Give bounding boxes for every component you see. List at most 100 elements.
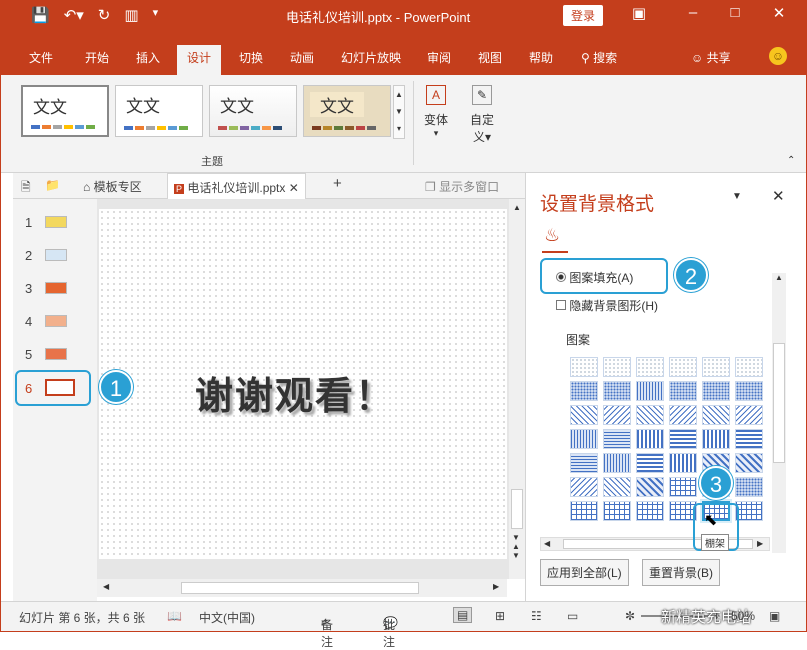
pattern-swatch-16[interactable]	[669, 405, 697, 425]
pattern-swatch-24[interactable]	[735, 429, 763, 449]
pane-options-icon[interactable]: ▼	[732, 191, 742, 202]
folder-icon[interactable]: 📁	[45, 178, 60, 192]
theme-3[interactable]: 文文	[209, 85, 297, 137]
theme-2[interactable]: 文文	[115, 85, 203, 137]
tab-insert[interactable]: 插入	[136, 49, 160, 66]
collapse-ribbon-icon[interactable]: ⌃	[787, 155, 795, 166]
thumbnail-4[interactable]: 4	[25, 314, 67, 329]
login-button[interactable]: 登录	[563, 5, 604, 26]
sorter-view-icon[interactable]: ⊞	[495, 609, 505, 623]
share-button[interactable]: ☺ 共享	[691, 49, 731, 66]
pattern-swatch-38[interactable]	[603, 501, 631, 521]
pattern-swatch-37[interactable]	[570, 501, 598, 521]
customize-qat-icon[interactable]: ▾	[153, 6, 159, 24]
pattern-swatch-15[interactable]	[636, 405, 664, 425]
tab-view[interactable]: 视图	[478, 49, 502, 66]
zoom-in-icon[interactable]: +	[713, 609, 720, 623]
apply-all-button[interactable]: 应用到全部(L)	[540, 559, 629, 586]
save-icon[interactable]: 💾	[31, 6, 50, 24]
tab-help[interactable]: 帮助	[529, 49, 553, 66]
smiley-icon[interactable]: ☺	[769, 47, 787, 65]
pattern-swatch-17[interactable]	[702, 405, 730, 425]
pattern-swatch-42[interactable]	[735, 501, 763, 521]
close-icon[interactable]: ✕	[769, 4, 789, 22]
pattern-swatch-13[interactable]	[570, 405, 598, 425]
pattern-swatch-19[interactable]	[570, 429, 598, 449]
hide-background-checkbox[interactable]: 隐藏背景图形(H)	[556, 297, 658, 314]
pane-scroll-thumb[interactable]	[773, 343, 785, 463]
search-box[interactable]: ⚲ 搜索	[581, 49, 617, 66]
horizontal-scrollbar[interactable]: ◀ ▶	[97, 579, 507, 597]
scroll-thumb[interactable]	[511, 489, 523, 529]
ribbon-display-icon[interactable]: ▣	[629, 4, 649, 22]
pattern-swatch-6[interactable]	[735, 357, 763, 377]
multi-window-button[interactable]: ❐ 显示多窗口	[425, 178, 499, 195]
theme-1[interactable]: 文文	[21, 85, 109, 137]
accessibility-icon[interactable]: 📖	[167, 609, 182, 623]
reset-background-button[interactable]: 重置背景(B)	[642, 559, 720, 586]
pattern-swatch-39[interactable]	[636, 501, 664, 521]
pattern-swatch-25[interactable]	[570, 453, 598, 473]
file-tab[interactable]: P 电话礼仪培训.pptx ✕	[167, 173, 306, 199]
template-tab[interactable]: ⌂ 模板专区	[83, 178, 142, 195]
pattern-swatch-27[interactable]	[636, 453, 664, 473]
tab-file[interactable]: 文件	[29, 49, 53, 66]
pattern-swatch-8[interactable]	[603, 381, 631, 401]
pattern-swatch-12[interactable]	[735, 381, 763, 401]
pattern-swatch-4[interactable]	[669, 357, 697, 377]
pattern-swatch-33[interactable]	[636, 477, 664, 497]
slideshow-view-icon[interactable]: ▭	[567, 609, 578, 623]
pattern-swatch-2[interactable]	[603, 357, 631, 377]
pattern-swatch-26[interactable]	[603, 453, 631, 473]
zoom-level[interactable]: 50%	[731, 609, 755, 623]
pattern-swatch-1[interactable]	[570, 357, 598, 377]
customize-button[interactable]: ✎ 自定 义▾	[465, 85, 499, 145]
pane-close-icon[interactable]: ✕	[772, 187, 785, 205]
tab-review[interactable]: 审阅	[427, 49, 451, 66]
pattern-swatch-11[interactable]	[702, 381, 730, 401]
pattern-swatch-23[interactable]	[702, 429, 730, 449]
vertical-scrollbar[interactable]: ▲ ▼ ▲ ▼	[509, 199, 525, 579]
thumbnail-1[interactable]: 1	[25, 215, 67, 230]
reading-view-icon[interactable]: ☷	[531, 609, 542, 623]
pattern-swatch-9[interactable]	[636, 381, 664, 401]
pattern-swatch-30[interactable]	[735, 453, 763, 473]
tab-slideshow[interactable]: 幻灯片放映	[341, 49, 401, 66]
pattern-swatch-3[interactable]	[636, 357, 664, 377]
fill-bucket-icon[interactable]: ♨	[544, 225, 560, 246]
thumbnail-2[interactable]: 2	[25, 248, 67, 263]
pattern-swatch-21[interactable]	[636, 429, 664, 449]
pattern-swatch-14[interactable]	[603, 405, 631, 425]
add-tab-icon[interactable]: +	[333, 175, 342, 192]
hscroll-thumb[interactable]	[181, 582, 419, 594]
language-indicator[interactable]: 中文(中国)	[199, 609, 255, 626]
minimize-icon[interactable]: –	[683, 4, 703, 21]
slide-text[interactable]: 谢谢观看！	[195, 365, 395, 420]
pattern-swatch-10[interactable]	[669, 381, 697, 401]
close-tab-icon[interactable]: ✕	[289, 181, 299, 195]
pattern-swatch-22[interactable]	[669, 429, 697, 449]
slide-canvas[interactable]: 谢谢观看！	[99, 209, 507, 559]
new-doc-icon[interactable]: 🗎	[21, 178, 31, 199]
normal-view-icon[interactable]: ▤	[453, 607, 473, 623]
tab-transitions[interactable]: 切换	[239, 49, 263, 66]
tab-design[interactable]: 设计	[177, 45, 222, 75]
fit-window-icon[interactable]: ▣	[769, 609, 780, 623]
pattern-swatch-32[interactable]	[603, 477, 631, 497]
thumbnail-5[interactable]: 5	[25, 347, 67, 362]
redo-icon[interactable]: ↻	[98, 6, 111, 24]
pattern-swatch-34[interactable]	[669, 477, 697, 497]
pattern-swatch-20[interactable]	[603, 429, 631, 449]
tab-animations[interactable]: 动画	[290, 49, 314, 66]
tab-home[interactable]: 开始	[85, 49, 109, 66]
theme-scroll[interactable]: ▲ ▼ ▾	[393, 85, 405, 139]
undo-icon[interactable]: ↶▾	[64, 6, 84, 24]
present-icon[interactable]: ▥	[124, 6, 138, 24]
maximize-icon[interactable]: □	[725, 4, 745, 21]
theme-4[interactable]: 文文	[303, 85, 391, 137]
pattern-swatch-36[interactable]	[735, 477, 763, 497]
pattern-swatch-18[interactable]	[735, 405, 763, 425]
pattern-swatch-7[interactable]	[570, 381, 598, 401]
variant-button[interactable]: A 变体 ▾	[421, 85, 451, 139]
pattern-swatch-31[interactable]	[570, 477, 598, 497]
